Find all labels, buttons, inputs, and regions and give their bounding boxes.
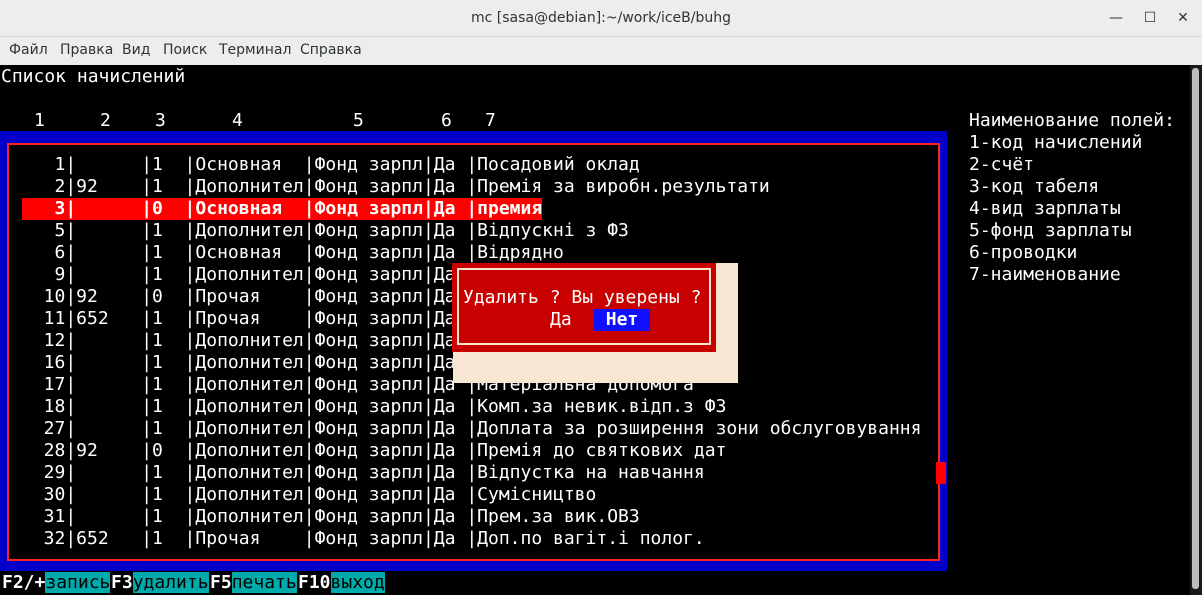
- table-row[interactable]: 32|652 |1 |Прочая |Фонд зарпл|Да |Доп.по…: [22, 528, 705, 550]
- maximize-icon[interactable]: ☐: [1141, 9, 1159, 27]
- table-row[interactable]: 9| |1 |Дополнител|Фонд зарпл|Да |: [22, 264, 478, 286]
- menu-search[interactable]: Поиск: [163, 42, 207, 58]
- legend-item: 2-счёт: [969, 154, 1035, 175]
- fkey-label: выход: [330, 572, 385, 593]
- table-row[interactable]: 5| |1 |Дополнител|Фонд зарпл|Да |Відпуск…: [22, 220, 629, 242]
- table-row[interactable]: 1| |1 |Основная |Фонд зарпл|Да |Посадови…: [22, 154, 640, 176]
- table-row[interactable]: 6| |1 |Основная |Фонд зарпл|Да |Відрядно: [22, 242, 564, 264]
- dialog-no-button[interactable]: Нет: [594, 309, 650, 331]
- legend-item: 6-проводки: [969, 242, 1078, 263]
- table-row[interactable]: 12| |1 |Дополнител|Фонд зарпл|Да |: [22, 330, 477, 352]
- fkey-key: F10: [298, 572, 331, 593]
- fkey-f2[interactable]: F2/+запись: [2, 572, 111, 594]
- menu-view[interactable]: Вид: [122, 42, 150, 58]
- table-row[interactable]: 16| |1 |Дополнител|Фонд зарпл|Да |ряду: [22, 352, 521, 374]
- column-header-3: 3: [155, 110, 166, 131]
- legend-item: 7-наименование: [969, 264, 1121, 285]
- fkey-key: F5: [210, 572, 232, 593]
- column-header-1: 1: [34, 110, 45, 131]
- column-header-2: 2: [100, 110, 111, 131]
- column-header-6: 6: [441, 110, 452, 131]
- terminal-scrollbar-thumb[interactable]: [1192, 68, 1199, 589]
- table-row[interactable]: 28|92 |0 |Дополнител|Фонд зарпл|Да |Прем…: [22, 440, 727, 462]
- table-row[interactable]: 31| |1 |Дополнител|Фонд зарпл|Да |Прем.з…: [22, 506, 640, 528]
- table-row[interactable]: 30| |1 |Дополнител|Фонд зарпл|Да |Сумісн…: [22, 484, 597, 506]
- menu-file[interactable]: Файл: [9, 42, 48, 58]
- column-header-4: 4: [232, 110, 243, 131]
- table-row[interactable]: 29| |1 |Дополнител|Фонд зарпл|Да |Відпус…: [22, 462, 705, 484]
- table-row[interactable]: 3| |0 |Основная |Фонд зарпл|Да |премия: [22, 198, 543, 220]
- dialog-yes-button[interactable]: Да: [550, 309, 572, 331]
- scroll-position-marker: [936, 462, 946, 484]
- legend-item: 4-вид зарплаты: [969, 198, 1121, 219]
- table-row[interactable]: 27| |1 |Дополнител|Фонд зарпл|Да |Доплат…: [22, 418, 922, 440]
- fkey-f10[interactable]: F10выход: [298, 572, 385, 594]
- menu-terminal[interactable]: Терминал: [219, 42, 291, 58]
- legend-item: 1-код начислений: [969, 132, 1143, 153]
- screen-title: Список начислений: [1, 66, 186, 87]
- table-row[interactable]: 18| |1 |Дополнител|Фонд зарпл|Да |Комп.з…: [22, 396, 727, 418]
- fkey-key: F3: [111, 572, 133, 593]
- menu-bar: Файл Правка Вид Поиск Терминал Справка: [0, 37, 1202, 65]
- fkey-f3[interactable]: F3удалить: [111, 572, 209, 594]
- legend-title: Наименование полей:: [969, 110, 1175, 131]
- dialog-question: Удалить ? Вы уверены ?: [463, 287, 702, 308]
- window-titlebar: mc [sasa@debian]:~/work/iceB/buhg — ☐ ✕: [0, 0, 1202, 37]
- menu-help[interactable]: Справка: [300, 42, 362, 58]
- fkey-f5[interactable]: F5печать: [210, 572, 297, 594]
- fkey-key: F2/+: [2, 572, 46, 593]
- close-icon[interactable]: ✕: [1174, 9, 1192, 27]
- column-header-5: 5: [353, 110, 364, 131]
- window-title: mc [sasa@debian]:~/work/iceB/buhg: [471, 10, 731, 26]
- menu-edit[interactable]: Правка: [60, 42, 113, 58]
- fkey-label: печать: [231, 572, 297, 593]
- table-row[interactable]: 11|652 |1 |Прочая |Фонд зарпл|Да |: [22, 308, 477, 330]
- legend-item: 3-код табеля: [969, 176, 1100, 197]
- fkey-label: удалить: [132, 572, 209, 593]
- column-header-7: 7: [485, 110, 496, 131]
- table-row[interactable]: 2|92 |1 |Дополнител|Фонд зарпл|Да |Премі…: [22, 176, 770, 198]
- legend-item: 5-фонд зарплаты: [969, 220, 1132, 241]
- fkey-label: запись: [45, 572, 111, 593]
- minimize-icon[interactable]: —: [1107, 9, 1125, 27]
